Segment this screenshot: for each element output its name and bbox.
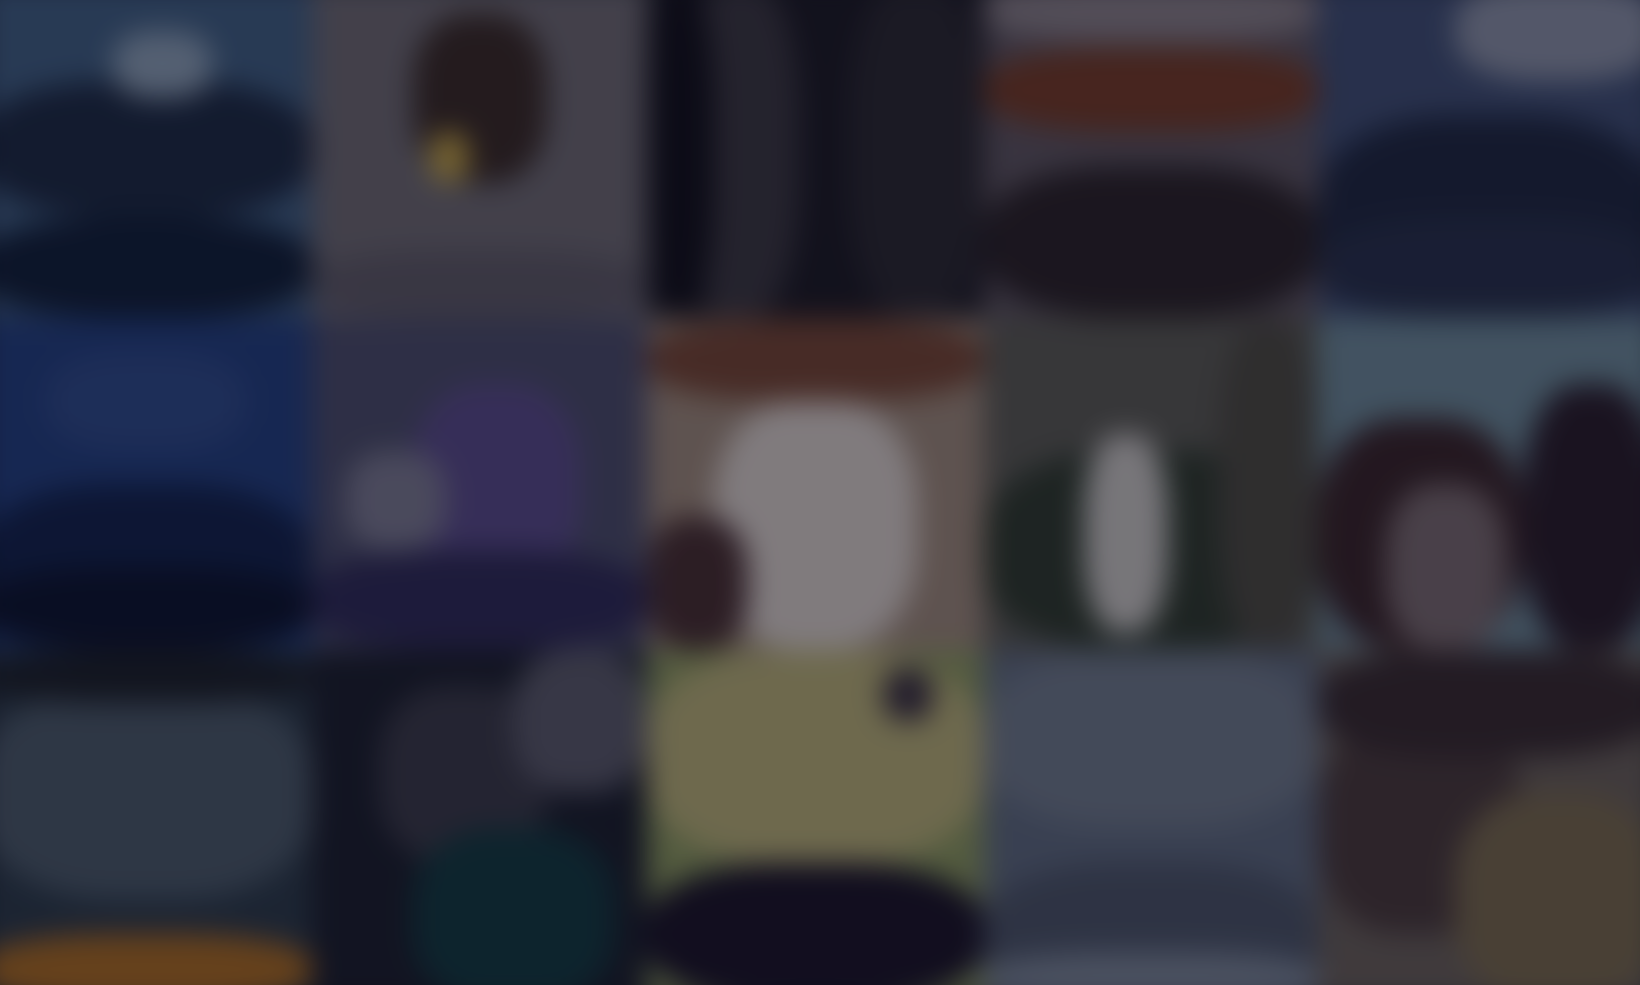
photo-region <box>1217 318 1318 650</box>
photo-tile-crest-on-wall <box>312 0 647 318</box>
photo-tile-coast-city-skyline <box>0 0 312 318</box>
photo-region <box>849 0 984 318</box>
photo-region <box>0 650 312 704</box>
photo-region <box>984 165 1318 318</box>
photo-tile-garden-figure <box>984 318 1318 650</box>
photo-tile-people-in-white <box>647 318 984 650</box>
photo-region <box>112 30 213 99</box>
photo-region <box>312 550 647 650</box>
photo-tile-crowd-scene <box>1318 650 1640 985</box>
photo-region <box>0 685 312 899</box>
photo-region <box>647 863 984 985</box>
photo-tile-purple-vehicle <box>312 318 647 650</box>
photo-region <box>0 81 312 217</box>
photo-region <box>429 132 470 183</box>
photo-region <box>513 650 647 792</box>
photo-tile-tiled-roof-building <box>984 0 1318 318</box>
photo-region <box>1454 792 1640 985</box>
photo-region <box>1318 216 1640 318</box>
photo-region <box>647 318 984 401</box>
photo-region <box>647 0 715 318</box>
photo-region <box>1084 434 1168 634</box>
photo-tile-people-on-coast <box>1318 318 1640 650</box>
photo-region <box>0 934 312 985</box>
photo-tile-blue-water <box>0 318 312 650</box>
photo-tile-dark-doorway <box>647 0 984 318</box>
photo-region <box>984 0 1318 41</box>
photo-region <box>984 47 1318 133</box>
login-background <box>0 0 1640 985</box>
photo-region <box>1318 650 1640 757</box>
photo-region <box>647 517 749 650</box>
photo-region <box>1523 384 1640 650</box>
photo-tile-portrait-shadow <box>312 650 647 985</box>
photo-region <box>647 650 984 863</box>
photo-region <box>1386 484 1507 650</box>
photo-tile-pale-sky <box>984 650 1318 985</box>
photo-region <box>312 250 647 318</box>
photo-tile-blue-city-view <box>1318 0 1640 318</box>
photo-region <box>46 351 246 451</box>
photo-region <box>984 951 1318 985</box>
photo-tile-city-street <box>0 650 312 985</box>
photo-grid <box>0 0 1640 985</box>
photo-tile-sunlit-field <box>647 650 984 985</box>
photo-region <box>984 650 1318 828</box>
photo-region <box>1454 0 1640 82</box>
photo-region <box>412 827 614 985</box>
photo-region <box>0 216 312 318</box>
photo-region <box>0 567 312 650</box>
photo-region <box>345 450 446 551</box>
photo-region <box>882 667 934 721</box>
